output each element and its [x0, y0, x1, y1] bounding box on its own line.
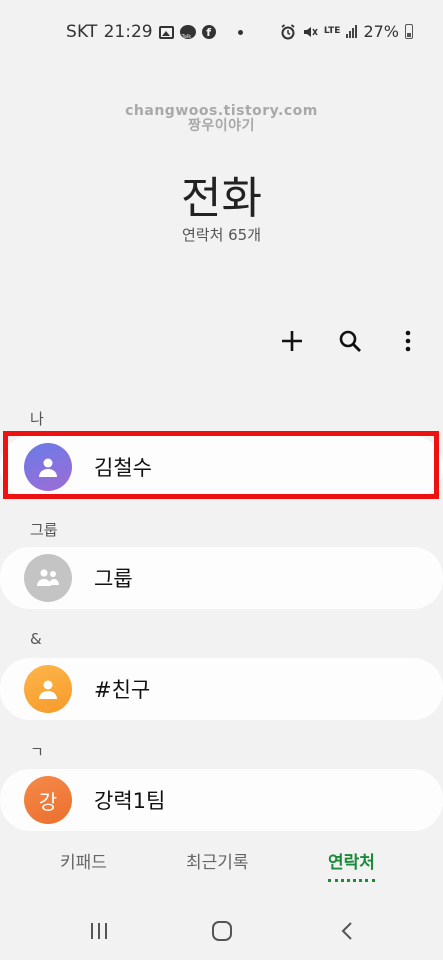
- more-vertical-icon: [405, 330, 411, 352]
- home-icon: [212, 921, 232, 941]
- alarm-icon: [281, 23, 295, 39]
- search-button[interactable]: [335, 322, 365, 360]
- bottom-tabs: 키패드 최근기록 연락처: [0, 832, 443, 888]
- add-contact-button[interactable]: [277, 322, 307, 360]
- contact-card[interactable]: #친구: [0, 658, 443, 720]
- kakaotalk-icon: [179, 25, 196, 45]
- signal-icon: [346, 25, 358, 38]
- avatar: [24, 665, 72, 713]
- person-icon: [39, 458, 57, 477]
- recent-apps-button[interactable]: [84, 916, 114, 946]
- tab-label: 연락처: [328, 853, 375, 873]
- dot-icon: [237, 29, 243, 35]
- navigation-bar: [0, 888, 443, 960]
- active-tab-indicator: [328, 879, 375, 882]
- battery-icon: [405, 24, 413, 39]
- watermark-url: changwoos.tistory.com: [125, 103, 318, 119]
- watermark-blog-name: 짱우이야기: [188, 118, 255, 134]
- status-right: LTE 27%: [280, 22, 413, 41]
- section-label-symbols: &: [30, 630, 42, 648]
- avatar: [24, 554, 72, 602]
- search-icon: [339, 330, 361, 352]
- battery-percent: 27%: [363, 22, 399, 41]
- tab-keypad[interactable]: 키패드: [60, 848, 107, 873]
- lte-icon: LTE: [323, 26, 341, 36]
- back-button[interactable]: [332, 916, 362, 946]
- back-icon: [341, 922, 352, 940]
- tab-contacts[interactable]: 연락처: [328, 848, 375, 882]
- status-left: SKT 21:29 f: [66, 22, 243, 45]
- mute-icon: [303, 26, 318, 37]
- watermark: changwoos.tistory.com 짱우이야기: [0, 104, 443, 134]
- my-profile-card[interactable]: 김철수: [0, 436, 443, 498]
- groups-card[interactable]: 그룹: [0, 547, 443, 609]
- contact-name: #친구: [94, 678, 151, 702]
- group-icon: [37, 569, 59, 586]
- recent-apps-icon: [91, 923, 107, 939]
- contact-name: 강력1팀: [94, 789, 166, 813]
- avatar: 강: [24, 776, 72, 824]
- person-icon: [39, 680, 57, 699]
- facebook-icon: f: [201, 25, 216, 39]
- tab-label: 키패드: [60, 853, 107, 873]
- contact-count: 연락처 65개: [181, 226, 262, 244]
- tab-recents[interactable]: 최근기록: [186, 848, 249, 873]
- avatar: [24, 443, 72, 491]
- plus-icon: [282, 331, 302, 351]
- contact-name: 김철수: [94, 456, 152, 480]
- section-label-groups: 그룹: [30, 521, 58, 539]
- tab-label: 최근기록: [186, 853, 249, 873]
- status-bar: SKT 21:29 f LTE 27%: [0, 0, 443, 68]
- toolbar: [277, 322, 423, 360]
- contact-card[interactable]: 강 강력1팀: [0, 769, 443, 831]
- clock: 21:29: [103, 22, 153, 42]
- home-button[interactable]: [207, 916, 237, 946]
- gallery-icon: [158, 25, 174, 39]
- section-label-giyeok: ㄱ: [30, 743, 44, 761]
- page-title: 전화: [181, 173, 262, 224]
- more-options-button[interactable]: [393, 322, 423, 360]
- section-label-me: 나: [30, 410, 44, 428]
- contact-name: 그룹: [94, 567, 133, 591]
- carrier-label: SKT: [66, 22, 98, 42]
